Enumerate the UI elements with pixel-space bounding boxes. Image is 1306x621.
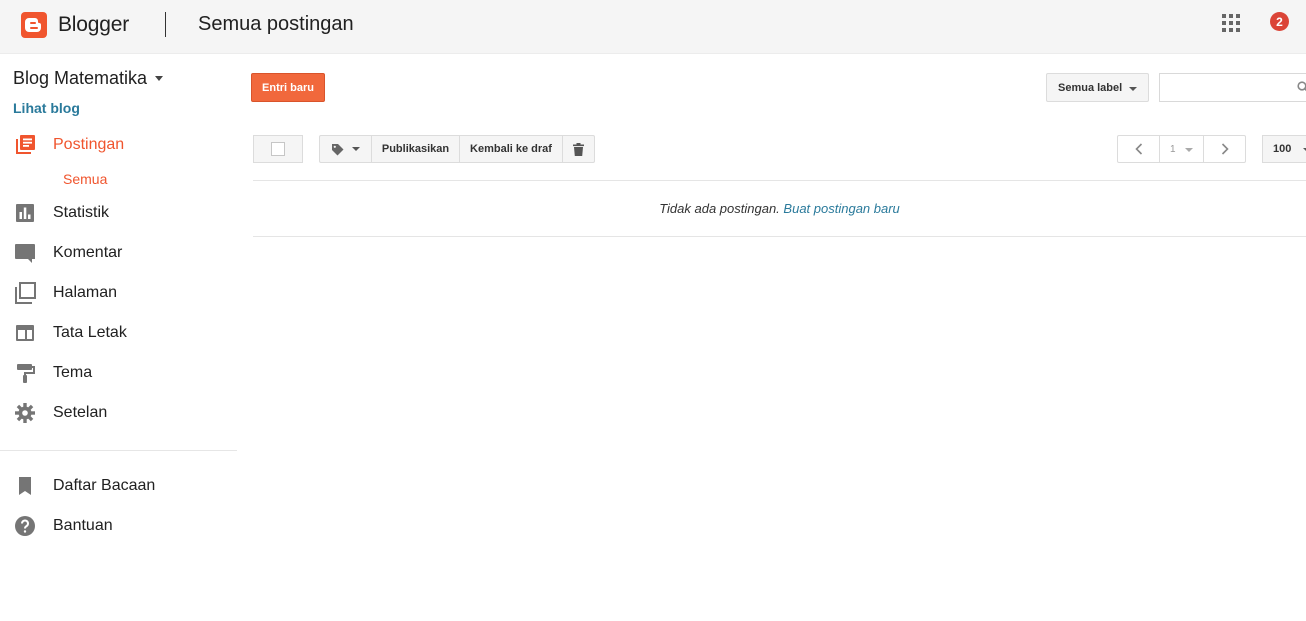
sidebar-item-help[interactable]: Bantuan xyxy=(0,508,236,544)
blogger-logo-icon[interactable] xyxy=(21,12,47,38)
sidebar-item-stats[interactable]: Statistik xyxy=(0,195,236,231)
chevron-down-icon xyxy=(1185,148,1193,152)
sidebar-item-label: Komentar xyxy=(53,244,123,261)
gear-icon xyxy=(15,403,35,423)
page-number: 1 xyxy=(1170,143,1176,155)
label-filter-value: Semua label xyxy=(1058,81,1123,94)
top-header: Blogger Semua postingan 2 xyxy=(0,0,1306,54)
pager-next-button[interactable] xyxy=(1203,135,1246,163)
blog-name: Blog Matematika xyxy=(13,68,148,88)
stats-icon xyxy=(16,204,34,222)
sidebar-item-label: Postingan xyxy=(53,136,125,153)
sidebar-divider xyxy=(0,450,237,451)
pages-icon xyxy=(15,282,36,304)
sidebar-item-label: Daftar Bacaan xyxy=(53,477,156,494)
sidebar-item-posts[interactable]: Postingan xyxy=(0,127,236,163)
create-post-link[interactable]: Buat postingan baru xyxy=(783,201,899,216)
pager-prev-button[interactable] xyxy=(1117,135,1160,163)
bookmark-icon xyxy=(19,477,31,495)
search-input[interactable] xyxy=(1159,73,1306,102)
sidebar-subitem-all[interactable]: Semua xyxy=(63,171,107,187)
sidebar-item-label: Tema xyxy=(53,364,93,381)
label-filter-select[interactable]: Semua label xyxy=(1046,73,1149,102)
select-all-checkbox[interactable] xyxy=(253,135,303,163)
sidebar-item-comments[interactable]: Komentar xyxy=(0,235,236,271)
sidebar-item-label: Statistik xyxy=(53,204,110,221)
search-icon[interactable] xyxy=(1297,81,1306,93)
sidebar-item-label: Halaman xyxy=(53,284,118,301)
empty-state-message: Tidak ada postingan. Buat postingan baru xyxy=(253,201,1306,216)
sidebar-item-label: Setelan xyxy=(53,404,108,421)
page-title: Semua postingan xyxy=(198,13,354,35)
per-page-select[interactable]: 100 xyxy=(1262,135,1306,163)
label-tag-button[interactable] xyxy=(319,135,372,163)
new-post-button[interactable]: Entri baru xyxy=(251,73,325,102)
comments-icon xyxy=(15,244,35,263)
revert-to-draft-button[interactable]: Kembali ke draf xyxy=(459,135,563,163)
sidebar-item-pages[interactable]: Halaman xyxy=(0,275,236,311)
header-divider xyxy=(165,12,166,37)
sidebar-item-label: Bantuan xyxy=(53,517,113,534)
chevron-down-icon xyxy=(155,76,164,81)
publish-button[interactable]: Publikasikan xyxy=(371,135,460,163)
chevron-down-icon xyxy=(1129,87,1137,91)
chevron-down-icon xyxy=(352,147,360,151)
page-select[interactable]: 1 xyxy=(1159,135,1204,163)
view-blog-link[interactable]: Lihat blog xyxy=(13,100,80,116)
list-divider-top xyxy=(253,180,1306,181)
help-icon xyxy=(15,516,35,536)
notifications-badge[interactable]: 2 xyxy=(1270,12,1289,31)
sidebar-item-reading-list[interactable]: Daftar Bacaan xyxy=(0,468,236,504)
posts-icon xyxy=(16,135,35,154)
app-name[interactable]: Blogger xyxy=(58,13,129,37)
theme-roller-icon xyxy=(17,364,35,383)
sidebar-item-label: Tata Letak xyxy=(53,324,127,341)
sidebar-item-layout[interactable]: Tata Letak xyxy=(0,315,236,351)
delete-button[interactable] xyxy=(562,135,595,163)
sidebar-item-settings[interactable]: Setelan xyxy=(0,395,236,431)
apps-grid-icon[interactable] xyxy=(1222,14,1240,32)
per-page-value: 100 xyxy=(1273,143,1292,155)
sidebar-item-theme[interactable]: Tema xyxy=(0,355,236,391)
checkbox xyxy=(271,142,285,156)
trash-icon xyxy=(573,142,584,156)
chevron-left-icon xyxy=(1134,143,1142,155)
blog-selector[interactable]: Blog Matematika xyxy=(13,68,164,89)
empty-state-text: Tidak ada postingan. xyxy=(659,201,780,216)
chevron-right-icon xyxy=(1221,143,1229,155)
tag-icon xyxy=(332,143,344,155)
list-divider-bottom xyxy=(253,236,1306,237)
layout-icon xyxy=(16,325,34,341)
